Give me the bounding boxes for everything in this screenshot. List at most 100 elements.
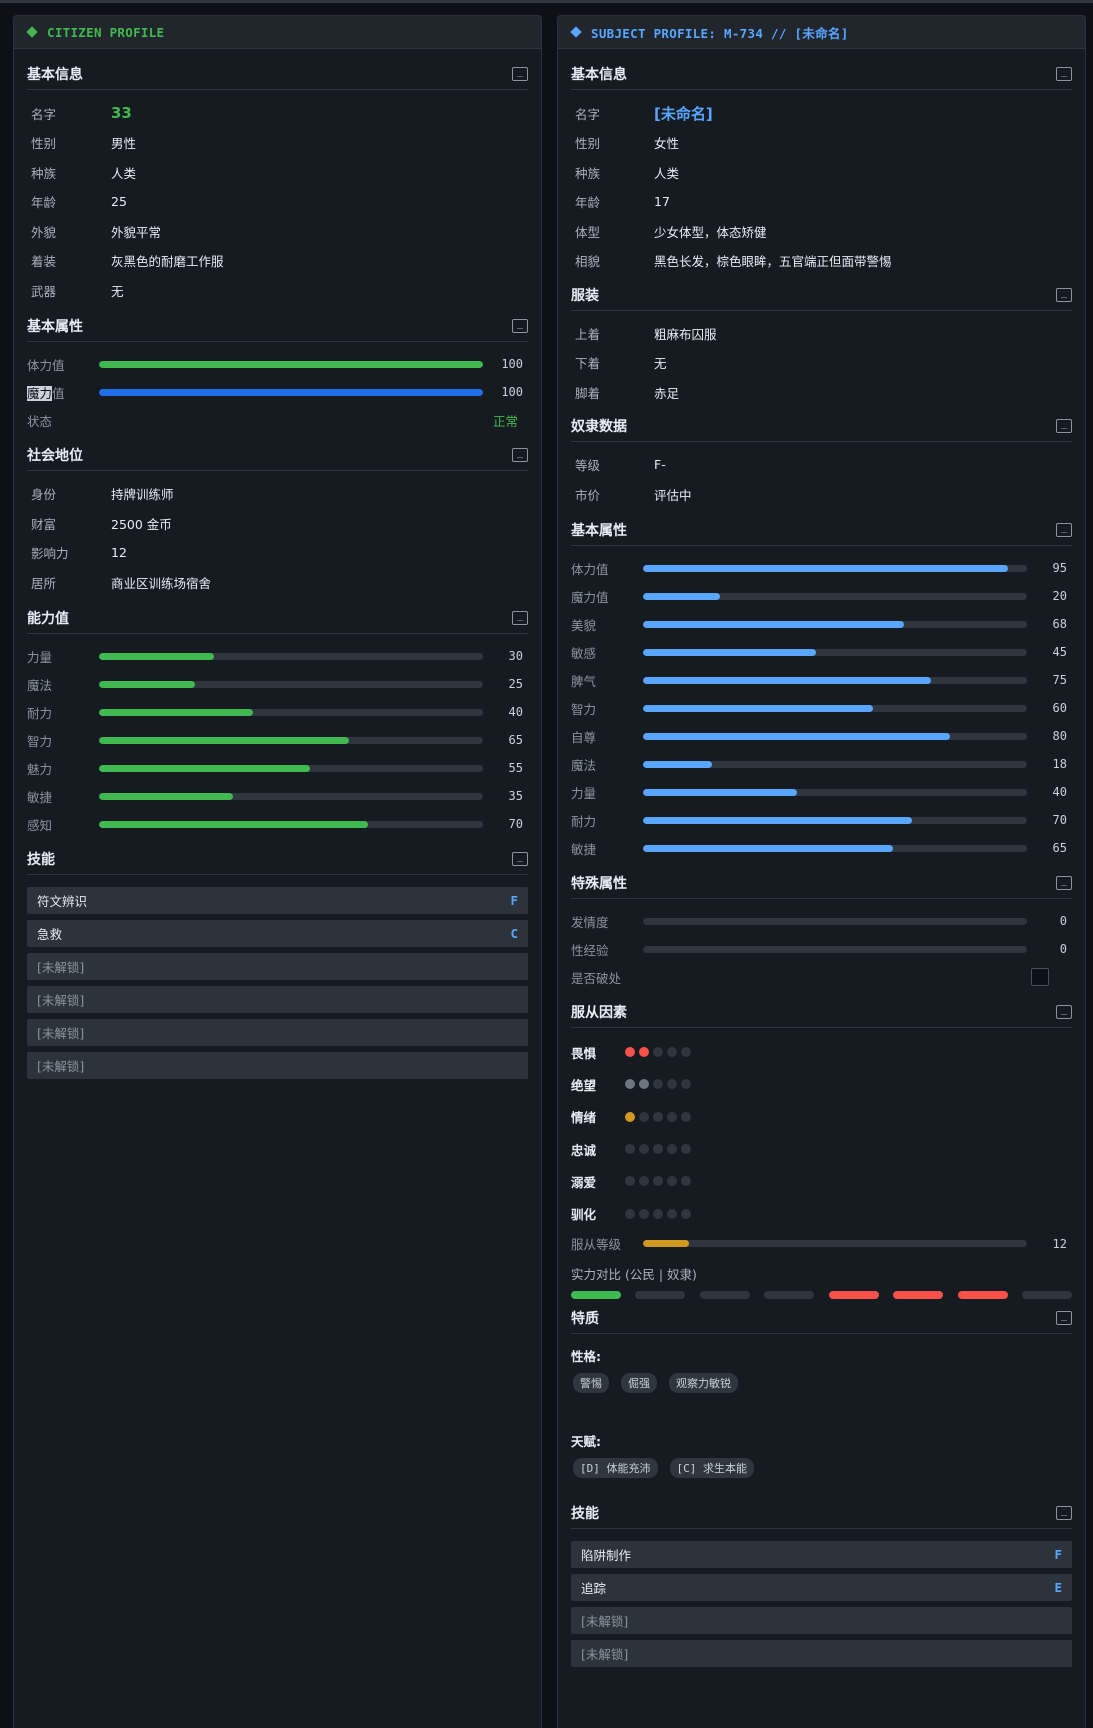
ability-label: 魅力 xyxy=(27,761,53,777)
obedience-level-value: 12 xyxy=(1052,1236,1067,1251)
name-row: 名字 [未命名] xyxy=(571,98,1072,128)
info-label: 年龄 xyxy=(575,195,601,211)
attribute-bar xyxy=(643,620,1027,628)
special-label: 性经验 xyxy=(571,942,609,958)
attribute-label: 美貌 xyxy=(571,617,597,633)
collapse-button[interactable]: _ xyxy=(512,448,528,462)
factor-dot xyxy=(653,1111,663,1122)
factor-dot xyxy=(639,1208,649,1219)
personality-tag: 观察力敏锐 xyxy=(669,1372,738,1393)
collapse-button[interactable]: _ xyxy=(512,67,528,81)
skill-grade: C xyxy=(510,926,518,941)
ability-value: 70 xyxy=(508,817,523,831)
name-value: [未命名] xyxy=(654,104,713,123)
info-label: 性别 xyxy=(575,136,601,152)
citizen-panel-header: CITIZEN PROFILE xyxy=(14,16,541,49)
attribute-bar-fill xyxy=(643,704,874,712)
factor-dot xyxy=(667,1144,677,1155)
collapse-button[interactable]: _ xyxy=(1056,287,1072,302)
strength-segment xyxy=(699,1290,750,1299)
info-row: 种族 人类 xyxy=(571,158,1072,188)
ability-row: 魅力 55 xyxy=(27,754,528,782)
virgin-row: 是否破处 xyxy=(571,963,1072,991)
collapse-button[interactable]: _ xyxy=(1056,67,1072,81)
skill-name: [未解锁] xyxy=(37,993,85,1008)
slave-row: 等级 F- xyxy=(571,450,1072,480)
skill-item-locked[interactable]: [未解锁] xyxy=(27,1052,528,1079)
social-row: 身份 持牌训练师 xyxy=(27,479,528,509)
strength-compare-label: 实力对比 (公民 | 奴隶) xyxy=(571,1266,697,1282)
info-row: 外貌 外貌平常 xyxy=(27,217,528,247)
section-basic-info: 基本信息 _ xyxy=(27,59,528,90)
info-value: 17 xyxy=(654,194,670,210)
info-row: 种族 人类 xyxy=(27,158,528,188)
attribute-value: 40 xyxy=(1052,785,1067,799)
collapse-button[interactable]: _ xyxy=(512,852,528,866)
ability-bar xyxy=(99,736,483,744)
social-value: 12 xyxy=(111,545,127,561)
collapse-button[interactable]: _ xyxy=(1056,876,1072,890)
attribute-row: 自尊 80 xyxy=(571,722,1072,750)
strength-segment xyxy=(957,1290,1008,1299)
slave-value: F- xyxy=(654,457,666,473)
talent-tag: [D] 体能充沛 xyxy=(573,1457,658,1478)
skill-grade: F xyxy=(510,893,518,908)
ability-bar-fill xyxy=(99,764,311,772)
section-title: 基本属性 xyxy=(571,523,627,539)
mp-label-rest: 值 xyxy=(52,385,65,401)
factor-dot xyxy=(667,1208,677,1219)
skill-item-locked[interactable]: [未解锁] xyxy=(27,1019,528,1046)
info-value: 女性 xyxy=(654,136,680,152)
skill-item[interactable]: 符文辨识 F xyxy=(27,887,528,914)
skill-item[interactable]: 陷阱制作 F xyxy=(571,1540,1072,1568)
strength-segment xyxy=(764,1290,815,1299)
section-title: 社会地位 xyxy=(27,448,83,464)
attribute-label: 脾气 xyxy=(571,673,597,689)
obedience-factor-label: 忠诚 xyxy=(571,1142,597,1158)
section-basic-info: 基本信息 _ xyxy=(571,59,1072,90)
attribute-value: 95 xyxy=(1052,561,1067,575)
attribute-value: 18 xyxy=(1052,757,1067,771)
attribute-label: 自尊 xyxy=(571,729,597,745)
obedience-level-label: 服从等级 xyxy=(571,1237,622,1253)
skill-item-locked[interactable]: [未解锁] xyxy=(27,953,528,980)
section-abilities: 能力值 _ xyxy=(27,603,528,634)
skill-item[interactable]: 急救 C xyxy=(27,920,528,947)
collapse-button[interactable]: _ xyxy=(512,611,528,625)
special-bar xyxy=(643,945,1027,953)
skill-item-locked[interactable]: [未解锁] xyxy=(571,1606,1072,1634)
skill-name: 符文辨识 xyxy=(37,894,88,909)
info-value: 少女体型，体态矫健 xyxy=(654,224,767,240)
skill-item-locked[interactable]: [未解锁] xyxy=(27,986,528,1013)
collapse-button[interactable]: _ xyxy=(1056,1310,1072,1325)
strength-segment xyxy=(571,1290,621,1299)
collapse-button[interactable]: _ xyxy=(1056,1505,1072,1520)
status-badge: 正常 xyxy=(492,413,518,429)
skill-item[interactable]: 追踪 E xyxy=(571,1573,1072,1601)
virgin-checkbox[interactable] xyxy=(1031,968,1049,986)
attribute-row: 魔力值 20 xyxy=(571,582,1072,610)
attribute-value: 70 xyxy=(1052,813,1067,827)
skill-item-locked[interactable]: [未解锁] xyxy=(571,1639,1072,1667)
factor-dot xyxy=(639,1111,649,1122)
ability-row: 力量 30 xyxy=(27,642,528,670)
clothing-value: 无 xyxy=(654,356,667,372)
info-row: 体型 少女体型，体态矫健 xyxy=(571,217,1072,247)
collapse-button[interactable]: _ xyxy=(512,319,528,333)
slave-label: 等级 xyxy=(575,458,601,474)
collapse-button[interactable]: _ xyxy=(1056,1005,1072,1019)
hp-label: 体力值 xyxy=(27,357,65,373)
slave-row: 市价 评估中 xyxy=(571,480,1072,510)
info-row: 年龄 17 xyxy=(571,187,1072,217)
citizen-profile-panel: CITIZEN PROFILE 基本信息 _ 名字 33 性别 男性 种族 人类 年龄 2… xyxy=(13,15,542,1728)
status-label: 状态 xyxy=(27,413,53,429)
collapse-button[interactable]: _ xyxy=(1056,419,1072,433)
collapse-button[interactable]: _ xyxy=(1056,523,1072,537)
attribute-bar-fill xyxy=(643,648,816,656)
info-value: 无 xyxy=(111,283,124,299)
social-label: 影响力 xyxy=(31,546,69,562)
attribute-row: 智力 60 xyxy=(571,694,1072,722)
attribute-value: 80 xyxy=(1052,729,1067,743)
slave-value: 评估中 xyxy=(654,487,692,503)
attribute-bar-fill xyxy=(643,760,713,768)
